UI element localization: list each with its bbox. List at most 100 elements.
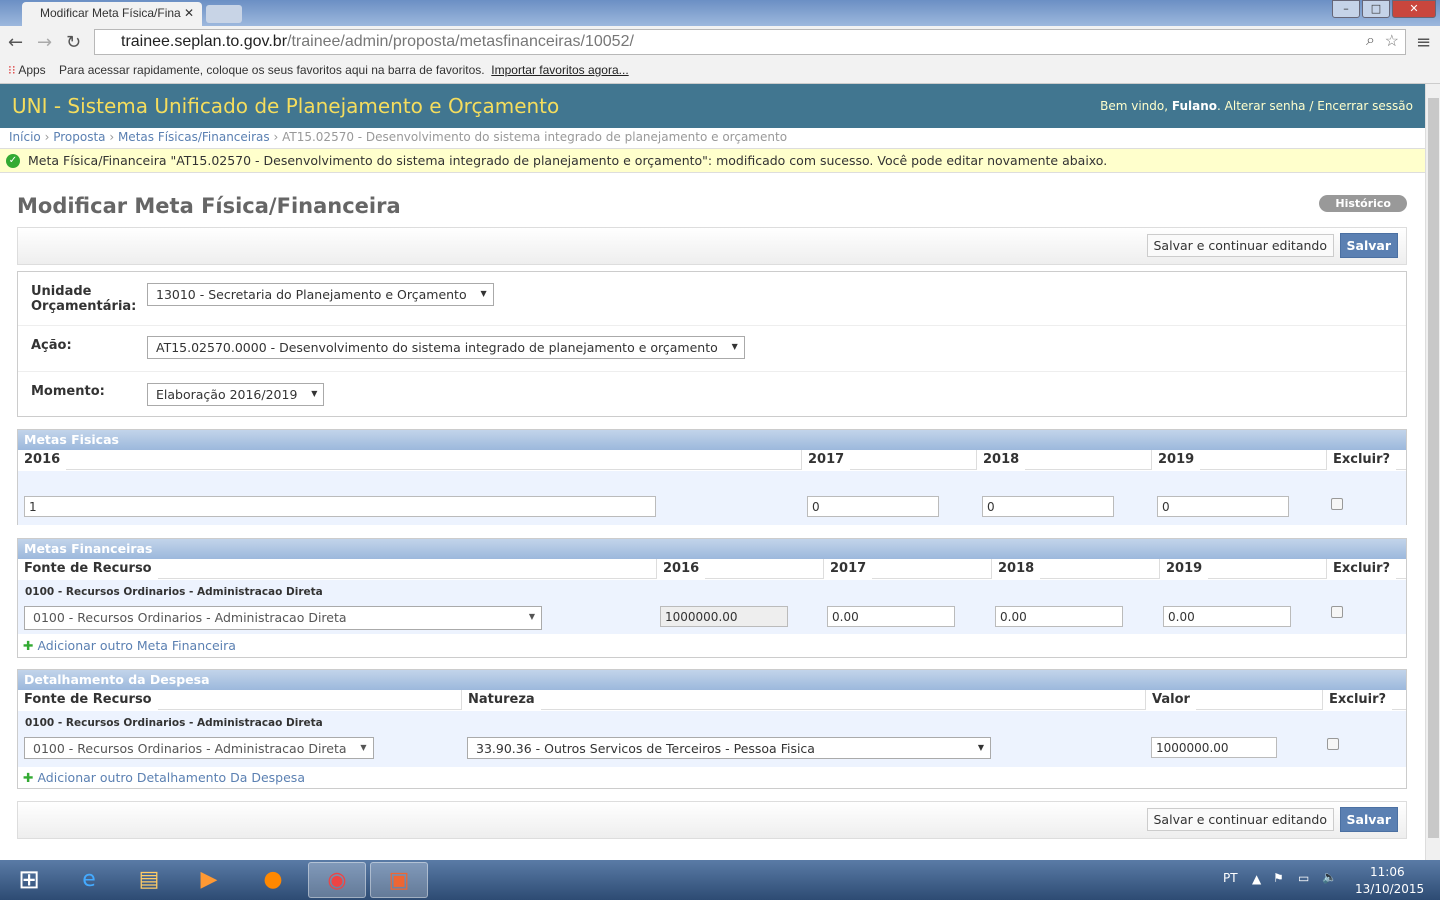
bookmarks-hint: Para acessar rapidamente, coloque os seu… [59, 63, 485, 77]
back-icon[interactable]: ← [8, 32, 23, 53]
page-scrollbar[interactable] [1425, 84, 1440, 860]
fonte-select[interactable]: 0100 - Recursos Ordinarios - Administrac… [24, 606, 542, 630]
taskbar: ⊞ e ▤ ▶ ● ◉ ▣ PT ▲ ⚑ ▭ 🔈 11:06 13/10/201… [0, 860, 1440, 900]
momento-label: Momento: [31, 384, 105, 399]
browser-tab-strip: Modificar Meta Física/Fina ✕ – □ ✕ [0, 0, 1440, 26]
header-bar [18, 690, 1406, 710]
natureza-select[interactable]: 33.90.36 - Outros Servicos de Terceiros … [467, 737, 991, 759]
apps-link[interactable]: Apps [18, 63, 45, 77]
volume-icon[interactable]: 🔈 [1322, 870, 1337, 884]
browser-tab[interactable]: Modificar Meta Física/Fina ✕ [22, 2, 202, 26]
show-hidden-icons[interactable]: ▲ [1252, 872, 1261, 886]
add-label: Adicionar outro Detalhamento Da Despesa [37, 770, 305, 785]
page-title: Modificar Meta Física/Financeira [17, 194, 401, 218]
col-natureza: Natureza [461, 690, 541, 710]
metas-financeiras-row: 0100 - Recursos Ordinarios - Administrac… [18, 580, 1406, 634]
close-window-button[interactable]: ✕ [1392, 0, 1436, 18]
add-detalhamento-link[interactable]: ✚ Adicionar outro Detalhamento Da Despes… [23, 770, 305, 785]
logout-link[interactable]: Encerrar sessão [1317, 99, 1413, 113]
fin-2017-input[interactable]: 0.00 [827, 606, 955, 627]
unidade-label: Unidade Orçamentária: [31, 284, 137, 314]
breadcrumb-home[interactable]: Início [9, 130, 41, 144]
row-label: 0100 - Recursos Ordinarios - Administrac… [25, 717, 323, 729]
url-input[interactable]: trainee.seplan.to.gov.br/trainee/admin/p… [94, 29, 1406, 55]
col-excluir: Excluir? [1326, 450, 1397, 470]
plus-icon: ✚ [23, 770, 34, 785]
network-icon[interactable]: ▭ [1298, 871, 1309, 885]
address-bar-area: ← → ↻ trainee.seplan.to.gov.br/trainee/a… [0, 26, 1440, 58]
save-continue-button[interactable]: Salvar e continuar editando [1146, 808, 1334, 831]
apps-icon[interactable]: ⁝⁝ [8, 63, 16, 77]
meta-2019-input[interactable]: 0 [1157, 496, 1289, 517]
valor-input[interactable]: 1000000.00 [1151, 737, 1277, 758]
breadcrumb: Início › Proposta › Metas Físicas/Financ… [0, 128, 1425, 148]
col-excluir: Excluir? [1322, 690, 1393, 710]
forward-icon[interactable]: → [37, 32, 52, 53]
detalhamento-caption: Detalhamento da Despesa [18, 670, 1406, 690]
acao-select[interactable]: AT15.02570.0000 - Desenvolvimento do sis… [147, 336, 745, 359]
separator: / [1309, 99, 1314, 113]
clock-time[interactable]: 11:06 [1370, 865, 1405, 879]
breadcrumb-proposta[interactable]: Proposta [53, 130, 105, 144]
action-center-flag-icon[interactable]: ⚑ [1273, 871, 1284, 885]
detalhamento-inline: Detalhamento da Despesa Fonte de Recurso… [17, 669, 1407, 789]
start-button[interactable]: ⊞ [0, 862, 58, 898]
excluir-checkbox[interactable] [1331, 606, 1343, 618]
add-meta-financeira-link[interactable]: ✚ Adicionar outro Meta Financeira [23, 638, 236, 653]
change-password-link[interactable]: Alterar senha [1225, 99, 1306, 113]
col-2018: 2018 [991, 559, 1041, 579]
new-tab-button[interactable] [206, 5, 242, 23]
fin-2018-input[interactable]: 0.00 [995, 606, 1123, 627]
zoom-icon[interactable]: ⌕ [1366, 32, 1375, 50]
maximize-button[interactable]: □ [1362, 0, 1390, 18]
meta-2017-input[interactable]: 0 [807, 496, 939, 517]
firefox-icon[interactable]: ● [244, 862, 302, 898]
fin-2016-input: 1000000.00 [660, 606, 788, 627]
meta-2018-input[interactable]: 0 [982, 496, 1114, 517]
col-2019: 2019 [1159, 559, 1209, 579]
powerpoint-icon[interactable]: ▣ [370, 862, 428, 898]
momento-select[interactable]: Elaboração 2016/2019 [147, 383, 325, 406]
reload-icon[interactable]: ↻ [66, 32, 81, 53]
minimize-button[interactable]: – [1332, 0, 1360, 18]
acao-label: Ação: [31, 338, 72, 353]
language-indicator[interactable]: PT [1223, 871, 1238, 885]
internet-explorer-icon[interactable]: e [60, 862, 118, 898]
form-row-acao: Ação: AT15.02570.0000 - Desenvolvimento … [18, 326, 1406, 372]
unidade-select[interactable]: 13010 - Secretaria do Planejamento e Orç… [147, 283, 494, 306]
clock-date[interactable]: 13/10/2015 [1355, 882, 1424, 896]
metas-financeiras-inline: Metas Financeiras Fonte de Recurso 2016 … [17, 538, 1407, 658]
url-host: trainee.seplan.to.gov.br [121, 33, 288, 50]
scrollbar-thumb[interactable] [1428, 98, 1439, 838]
import-bookmarks-link[interactable]: Importar favoritos agora... [491, 63, 628, 77]
bookmarks-bar: ⁝⁝ Apps Para acessar rapidamente, coloqu… [0, 58, 1440, 84]
metas-fisicas-caption: Metas Fisicas [18, 430, 1406, 450]
site-title[interactable]: UNI - Sistema Unificado de Planejamento … [12, 84, 559, 128]
media-player-icon[interactable]: ▶ [180, 862, 238, 898]
fin-2019-input[interactable]: 0.00 [1163, 606, 1291, 627]
col-2017: 2017 [823, 559, 873, 579]
col-fonte: Fonte de Recurso [18, 559, 158, 579]
excluir-checkbox[interactable] [1331, 498, 1343, 510]
save-button[interactable]: Salvar [1339, 807, 1398, 832]
file-explorer-icon[interactable]: ▤ [120, 862, 178, 898]
user-tools: Bem vindo, Fulano. Alterar senha / Encer… [1100, 99, 1413, 113]
save-button[interactable]: Salvar [1339, 233, 1398, 258]
close-tab-icon[interactable]: ✕ [184, 6, 194, 20]
breadcrumb-current: AT15.02570 - Desenvolvimento do sistema … [282, 130, 788, 144]
col-2018: 2018 [976, 450, 1026, 470]
history-button[interactable]: Histórico [1319, 195, 1407, 212]
tab-title: Modificar Meta Física/Fina [40, 6, 181, 20]
excluir-checkbox[interactable] [1327, 738, 1339, 750]
breadcrumb-metas[interactable]: Metas Físicas/Financeiras [118, 130, 270, 144]
meta-2016-input[interactable]: 1 [24, 496, 656, 517]
fonte-select[interactable]: 0100 - Recursos Ordinarios - Administrac… [24, 737, 374, 759]
form-row-momento: Momento: Elaboração 2016/2019 [18, 372, 1406, 417]
star-icon[interactable]: ☆ [1385, 31, 1399, 51]
menu-icon[interactable]: ≡ [1416, 32, 1431, 53]
metas-fisicas-row: 1 0 0 0 [18, 471, 1406, 525]
save-continue-button[interactable]: Salvar e continuar editando [1146, 234, 1334, 257]
site-header: UNI - Sistema Unificado de Planejamento … [0, 84, 1425, 128]
chrome-icon[interactable]: ◉ [308, 862, 366, 898]
plus-icon: ✚ [23, 638, 34, 653]
